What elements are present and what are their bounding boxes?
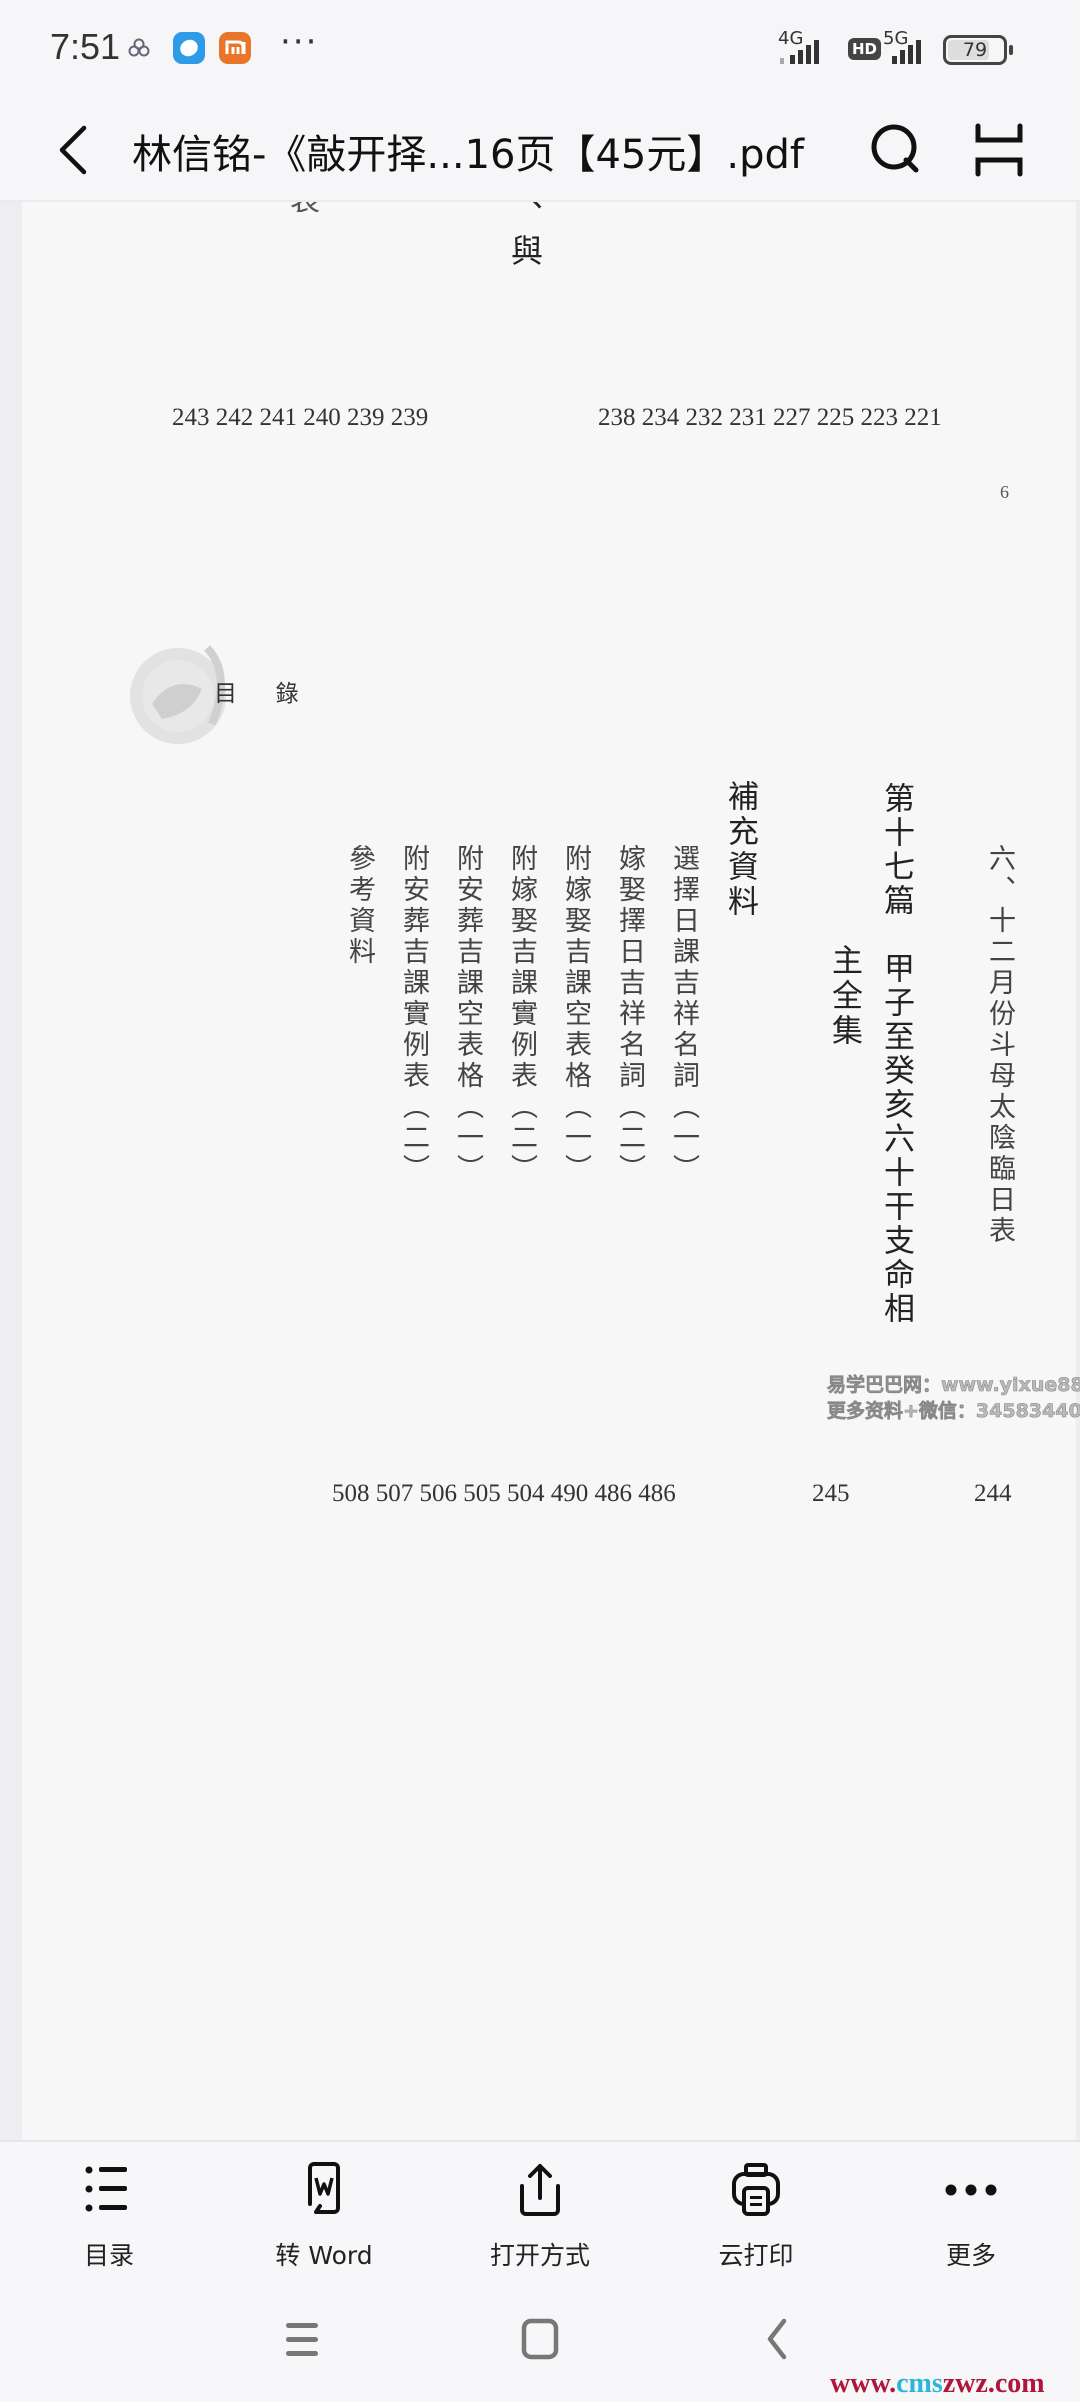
toc-page-numbers-left: 243 242 241 240 239 239	[172, 404, 429, 431]
toc-page-number-244: 244	[974, 1480, 1012, 1507]
pdf-viewer[interactable]: 表 、與 243 242 241 240 239 239 238 234 232…	[0, 202, 1080, 2140]
toolbar-cloud-print-button[interactable]: 云打印	[681, 2162, 831, 2272]
toc-page-numbers-row: 508 507 506 505 504 490 486 486	[332, 1480, 676, 1507]
more-icon	[945, 2184, 997, 2196]
toc-entry[interactable]: 六、十二月份斗母太陰臨日表	[980, 844, 1019, 1247]
mi-app-icon	[219, 32, 251, 64]
toc-entry[interactable]: 附安葬吉課實例表（二）	[394, 844, 433, 1185]
toolbar-to-word-label: 转 Word	[275, 2241, 373, 2270]
toolbar-to-word-button[interactable]: 转 Word	[249, 2162, 399, 2272]
bottom-toolbar: 目录 转 Word 打开方式 云打印 更多 www.cmszwz.com	[0, 2140, 1080, 2402]
toolbar-toc-label: 目录	[83, 2241, 134, 2270]
battery-icon: 79	[943, 35, 1013, 65]
site-watermark: www.cmszwz.com	[830, 2368, 1045, 2400]
system-back-icon	[767, 2318, 787, 2360]
search-button[interactable]	[868, 122, 924, 182]
toolbar-more-label: 更多	[945, 2241, 996, 2270]
hd-badge: HD	[848, 38, 882, 60]
browser-app-icon	[173, 32, 205, 64]
document-title: 林信铭-《敲开择...16页【45元】.pdf	[132, 132, 804, 178]
toc-entry[interactable]: 附嫁娶吉課實例表（二）	[502, 844, 541, 1185]
signal-icon-1	[778, 36, 838, 70]
printer-icon	[732, 2163, 780, 2216]
status-time: 7:51	[50, 26, 121, 67]
heading-fragment: 、與	[506, 202, 544, 270]
home-button[interactable]	[520, 2317, 560, 2365]
watermark-line-1: 易学巴巴网：www.yixue88.cn	[827, 1374, 1080, 1397]
site-watermark-mid: cms	[896, 2368, 943, 2399]
reading-mode-icon	[975, 123, 1023, 177]
back-icon	[59, 125, 87, 175]
battery-level: 79	[962, 39, 988, 61]
site-watermark-tail: zwz.com	[942, 2368, 1045, 2399]
system-back-button[interactable]	[758, 2317, 798, 2365]
signal-icon-2	[888, 36, 938, 70]
toc-chapter-title-cont: 主全集	[826, 944, 862, 1049]
cloud-link-icon	[128, 38, 150, 62]
toolbar-toc-button[interactable]: 目录	[34, 2162, 184, 2272]
pdf-page-7: 目 錄 六、十二月份斗母太陰臨日表 第十七篇 甲子至癸亥六十干支命相 主全集 補…	[22, 562, 1080, 2140]
toc-entry[interactable]: 附嫁娶吉課空表格（一）	[556, 844, 595, 1185]
watermark-line-2: 更多资料+微信：3458344044	[827, 1400, 1080, 1423]
toc-heading: 目 錄	[214, 681, 307, 707]
search-icon	[871, 124, 919, 173]
status-bar: 7:51 ··· 4G HD 5G 79	[0, 0, 1080, 100]
site-watermark-www: www.	[830, 2368, 897, 2399]
toc-page-numbers-right: 238 234 232 231 227 225 223 221	[598, 404, 942, 431]
toolbar-open-with-label: 打开方式	[489, 2241, 590, 2270]
recent-apps-button[interactable]	[282, 2317, 322, 2365]
toc-entry[interactable]: 參考資料	[340, 844, 379, 968]
home-icon	[521, 2318, 559, 2360]
reading-mode-button[interactable]	[972, 122, 1028, 182]
toolbar-open-with-button[interactable]: 打开方式	[465, 2162, 615, 2272]
share-icon	[520, 2164, 560, 2216]
more-notifications-icon: ···	[280, 22, 319, 62]
heading-fragment-top: 表	[290, 202, 320, 212]
toc-entry[interactable]: 嫁娶擇日吉祥名詞（二）	[610, 844, 649, 1185]
toc-chapter-title[interactable]: 第十七篇 甲子至癸亥六十干支命相	[874, 782, 919, 1326]
toolbar-more-button[interactable]: 更多	[896, 2162, 1046, 2272]
page-number: 6	[1000, 482, 1009, 502]
toolbar-cloud-print-label: 云打印	[718, 2241, 794, 2270]
list-icon	[85, 2166, 127, 2212]
toc-section-title[interactable]: 補充資料	[718, 780, 763, 920]
menu-icon	[286, 2323, 318, 2356]
word-convert-icon	[308, 2162, 340, 2214]
back-button[interactable]	[52, 120, 112, 180]
toc-entry[interactable]: 選擇日課吉祥名詞（一）	[664, 844, 703, 1185]
toc-entry[interactable]: 附安葬吉課空表格（一）	[448, 844, 487, 1185]
toc-page-number-245: 245	[812, 1480, 850, 1507]
